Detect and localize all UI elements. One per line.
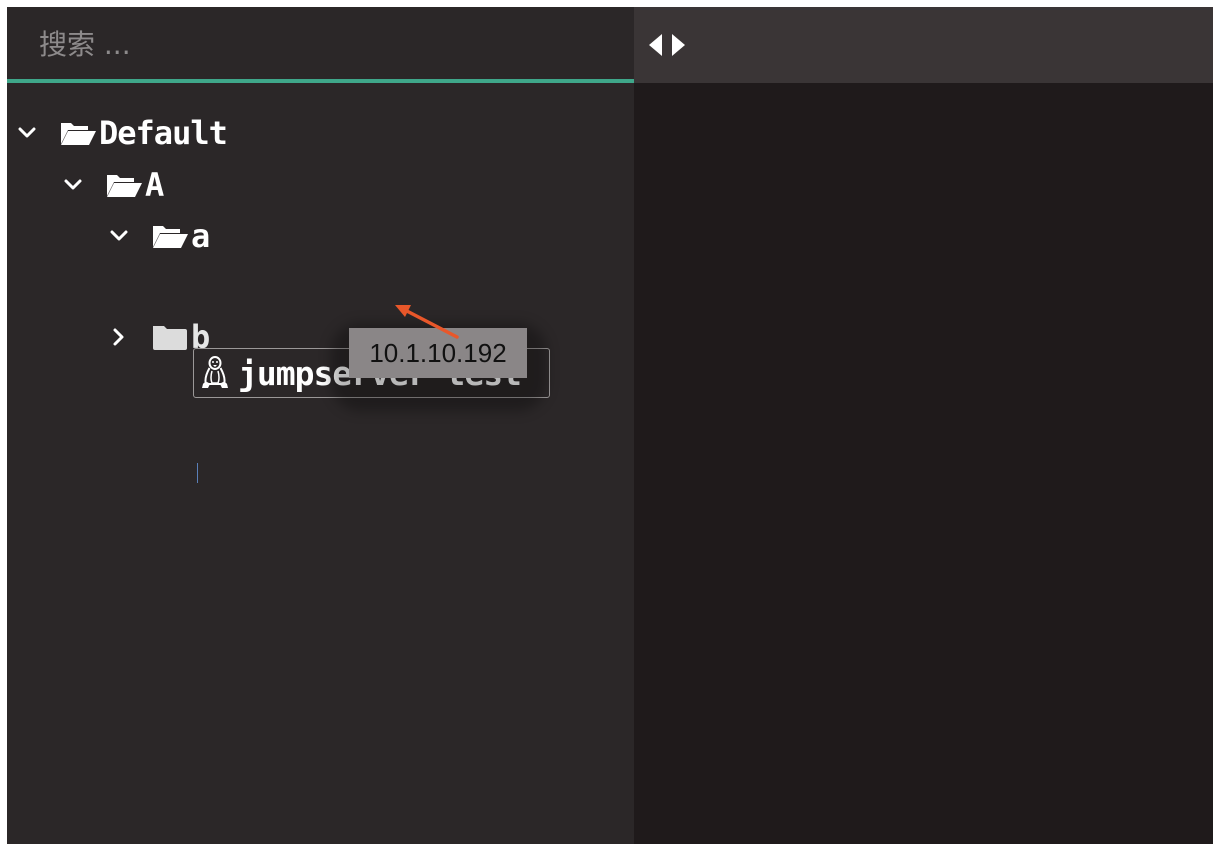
tree-node-A[interactable]: A bbox=[61, 163, 164, 207]
terminal-panel[interactable] bbox=[634, 7, 1213, 844]
tree-node-label: Default bbox=[99, 114, 228, 152]
search-bar bbox=[7, 7, 634, 83]
chevron-right-icon[interactable] bbox=[107, 325, 131, 349]
folder-open-icon bbox=[153, 226, 188, 248]
tree-node-a[interactable]: a bbox=[107, 214, 210, 258]
drop-indicator bbox=[197, 463, 198, 483]
toggle-sidebar-button[interactable] bbox=[646, 27, 698, 63]
tree-node-label: A bbox=[145, 166, 164, 204]
chevron-down-icon[interactable] bbox=[15, 121, 39, 145]
annotation-arrow-icon bbox=[395, 305, 459, 339]
chevron-down-icon[interactable] bbox=[61, 173, 85, 197]
app-window: Default A bbox=[7, 7, 1213, 844]
chevron-down-icon[interactable] bbox=[107, 224, 131, 248]
tree-node-default[interactable]: Default bbox=[15, 111, 228, 155]
caret-left-icon bbox=[649, 34, 662, 56]
search-input[interactable] bbox=[39, 23, 599, 65]
terminal-tab-bar bbox=[634, 7, 1213, 83]
folder-open-icon bbox=[107, 175, 142, 197]
asset-tree-panel: Default A bbox=[7, 7, 634, 844]
tree-node-label: a bbox=[191, 217, 210, 255]
linux-icon bbox=[202, 356, 228, 388]
folder-closed-icon bbox=[153, 326, 187, 350]
folder-open-icon bbox=[61, 123, 96, 145]
caret-right-icon bbox=[672, 34, 685, 56]
